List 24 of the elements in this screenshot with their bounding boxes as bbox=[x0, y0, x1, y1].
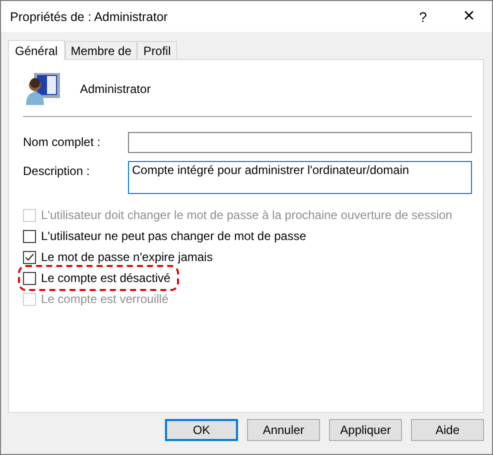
checkbox[interactable] bbox=[23, 250, 36, 264]
dialog-button[interactable]: Annuler bbox=[247, 419, 320, 441]
checkbox-label: Le compte est désactivé bbox=[41, 271, 170, 285]
dialog-button[interactable]: Aide bbox=[411, 419, 484, 441]
checkbox-label: L'utilisateur doit changer le mot de passe à la prochaine ouverture de session bbox=[41, 208, 452, 222]
user-computer-icon bbox=[25, 72, 61, 106]
dialog-button[interactable]: OK bbox=[165, 419, 238, 441]
checkbox[interactable] bbox=[23, 230, 36, 242]
dialog-button[interactable]: Appliquer bbox=[329, 419, 402, 441]
tab[interactable]: Profil bbox=[137, 41, 177, 59]
checkbox-label: Le mot de passe n'expire jamais bbox=[41, 250, 213, 264]
user-name: Administrator bbox=[80, 82, 151, 96]
field-label: Description : bbox=[23, 163, 91, 178]
window-title: Propriétés de : Administrator bbox=[10, 10, 169, 24]
field-label: Nom complet : bbox=[23, 134, 102, 149]
help-button[interactable]: ? bbox=[400, 1, 446, 32]
description-field[interactable]: Compte intégré pour administrer l'ordinateur/domain bbox=[128, 161, 472, 194]
checkbox[interactable] bbox=[23, 272, 36, 284]
tab[interactable]: Membre de bbox=[64, 41, 138, 59]
checkbox-label: L'utilisateur ne peut pas changer de mot de passe bbox=[41, 229, 306, 243]
checkbox-label: Le compte est verrouillé bbox=[41, 292, 168, 306]
close-button[interactable]: × bbox=[446, 1, 492, 32]
name-field[interactable] bbox=[128, 132, 472, 153]
tab[interactable]: Général bbox=[8, 40, 65, 60]
